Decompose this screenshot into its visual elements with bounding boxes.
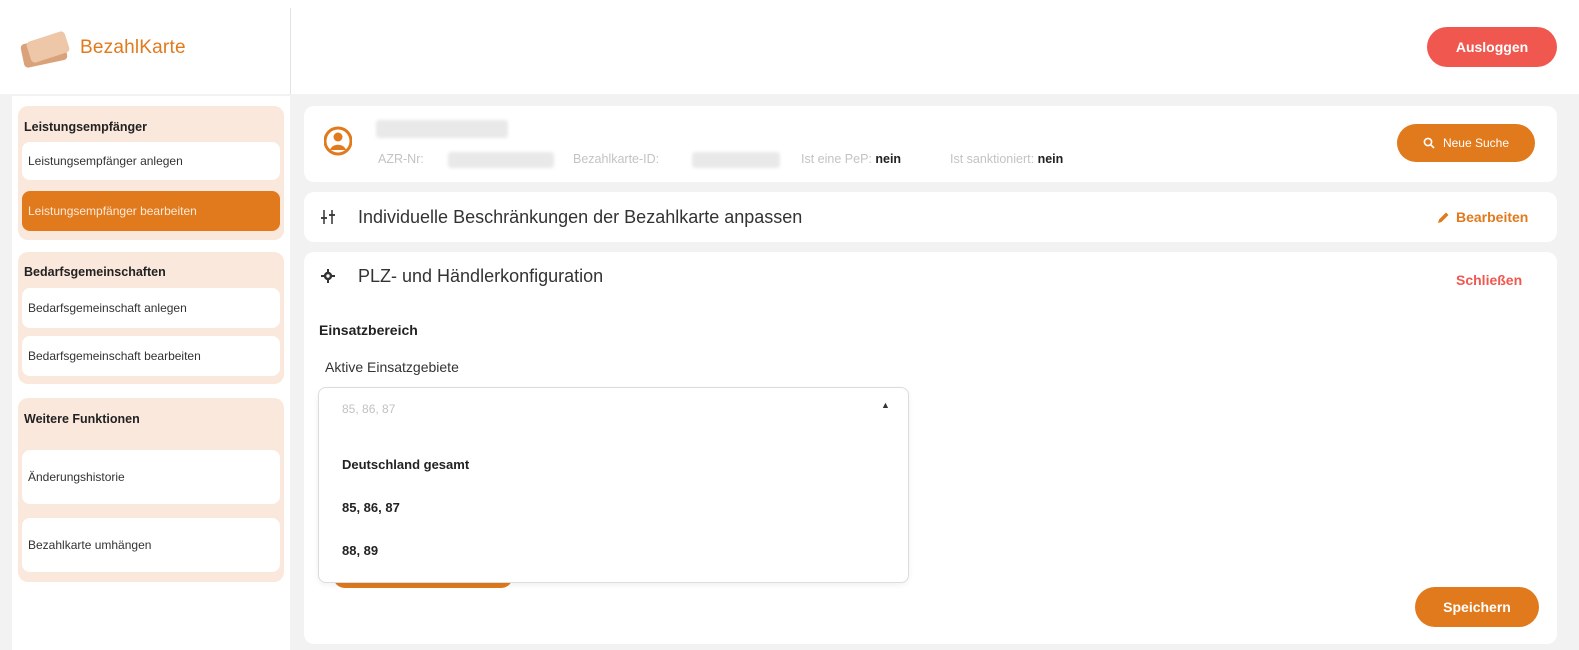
sanction-value: nein <box>1037 152 1064 166</box>
sidebar-group-more: Weitere Funktionen Änderungshistorie Bez… <box>18 398 284 582</box>
save-button[interactable]: Speichern <box>1415 587 1539 627</box>
brand-name: BezahlKarte <box>80 37 186 58</box>
plz-config-title: PLZ- und Händlerkonfiguration <box>358 266 604 286</box>
header-divider <box>290 8 291 94</box>
sanction-status: Ist sanktioniert: nein <box>950 152 1063 166</box>
azr-label: AZR-Nr: <box>378 152 424 166</box>
person-card: AZR-Nr: Bezahlkarte-ID: Ist eine PeP: ne… <box>304 106 1557 182</box>
sanction-label: Ist sanktioniert: <box>950 152 1035 166</box>
edit-label: Bearbeiten <box>1456 209 1529 225</box>
top-bar: BezahlKarte Ausloggen <box>0 0 1579 94</box>
search-icon <box>1423 137 1435 149</box>
option-germany[interactable]: Deutschland gesamt <box>342 457 469 472</box>
pencil-icon <box>1438 212 1449 223</box>
pep-label: Ist eine PeP: <box>801 152 872 166</box>
pep-status: Ist eine PeP: nein <box>801 152 901 166</box>
sidebar: Leistungsempfänger Leistungsempfänger an… <box>12 96 290 650</box>
option-88-89[interactable]: 88, 89 <box>342 543 378 558</box>
sidebar-item-edit-community[interactable]: Bedarfsgemeinschaft bearbeiten <box>22 336 280 376</box>
selected-value: 85, 86, 87 <box>342 402 396 416</box>
redacted-card-id <box>692 152 780 168</box>
gear-icon <box>321 269 335 283</box>
sliders-icon <box>321 210 335 224</box>
field-label: Aktive Einsatzgebiete <box>325 359 459 375</box>
brand-logo[interactable]: BezahlKarte <box>19 30 186 69</box>
sidebar-item-create-community[interactable]: Bedarfsgemeinschaft anlegen <box>22 288 280 328</box>
sidebar-group-title: Weitere Funktionen <box>24 412 140 426</box>
close-link[interactable]: Schließen <box>1456 272 1522 288</box>
option-85-86-87[interactable]: 85, 86, 87 <box>342 500 400 515</box>
pep-value: nein <box>875 152 902 166</box>
redacted-name <box>376 120 508 138</box>
sidebar-item-edit-recipient[interactable]: Leistungsempfänger bearbeiten <box>22 191 280 231</box>
sidebar-item-create-recipient[interactable]: Leistungsempfänger anlegen <box>22 142 280 180</box>
section-label: Einsatzbereich <box>319 322 418 338</box>
sidebar-group-title: Bedarfsgemeinschaften <box>24 265 166 279</box>
restrictions-card[interactable]: Individuelle Beschränkungen der Bezahlka… <box>304 192 1557 242</box>
restrictions-title: Individuelle Beschränkungen der Bezahlka… <box>358 207 803 227</box>
card-logo-icon <box>19 30 71 69</box>
sidebar-item-transfer-card[interactable]: Bezahlkarte umhängen <box>22 518 280 572</box>
card-id-label: Bezahlkarte-ID: <box>573 152 660 166</box>
logout-button[interactable]: Ausloggen <box>1427 27 1557 67</box>
sidebar-group-communities: Bedarfsgemeinschaften Bedarfsgemeinschaf… <box>18 252 284 384</box>
new-search-button[interactable]: Neue Suche <box>1397 124 1535 162</box>
sidebar-item-change-history[interactable]: Änderungshistorie <box>22 450 280 504</box>
person-icon <box>324 126 352 156</box>
sidebar-group-title: Leistungsempfänger <box>24 120 147 134</box>
caret-up-icon[interactable]: ▲ <box>881 400 890 410</box>
new-search-label: Neue Suche <box>1442 136 1510 150</box>
active-areas-select[interactable]: 85, 86, 87 ▲ Deutschland gesamt 85, 86, … <box>318 387 909 583</box>
redacted-azr <box>448 152 554 168</box>
edit-restrictions-link[interactable]: Bearbeiten <box>1437 209 1528 225</box>
sidebar-group-recipients: Leistungsempfänger Leistungsempfänger an… <box>18 106 284 240</box>
